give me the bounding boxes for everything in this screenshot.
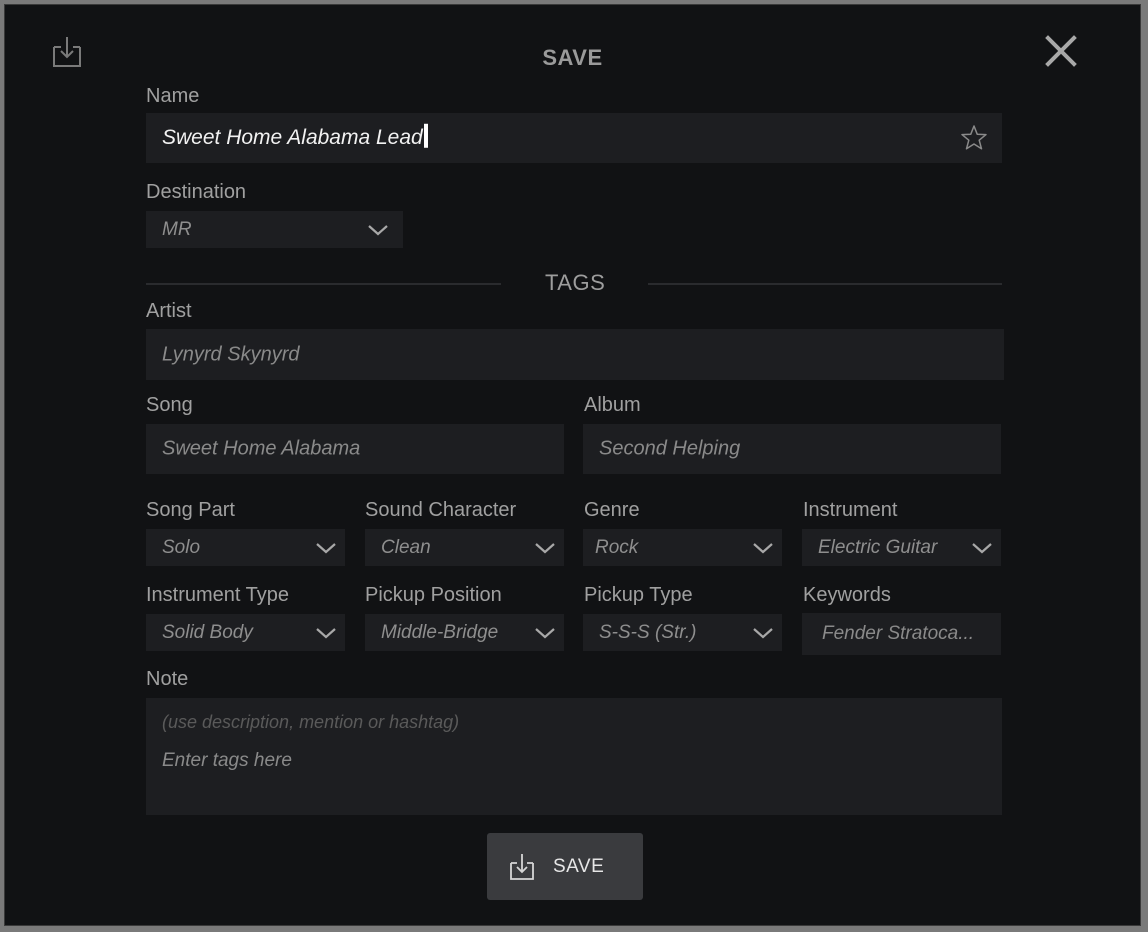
- sound-character-select[interactable]: Clean: [365, 529, 564, 566]
- keywords-input-value: Fender Stratoca...: [822, 623, 975, 644]
- song-input-value: Sweet Home Alabama: [162, 437, 361, 460]
- destination-select-value: MR: [162, 218, 192, 240]
- song-part-select[interactable]: Solo: [146, 529, 345, 566]
- keywords-input[interactable]: Fender Stratoca...: [802, 613, 1001, 655]
- album-input-value: Second Helping: [599, 437, 741, 460]
- tags-divider-left: [146, 283, 501, 285]
- note-label: Note: [146, 668, 189, 690]
- artist-input-value: Lynyrd Skynyrd: [162, 343, 300, 365]
- chevron-down-icon: [535, 542, 555, 553]
- tags-title: TAGS: [545, 270, 606, 295]
- genre-label: Genre: [584, 499, 640, 521]
- instrument-label: Instrument: [803, 499, 898, 521]
- song-label: Song: [146, 394, 193, 416]
- instrument-select[interactable]: Electric Guitar: [802, 529, 1001, 566]
- song-part-select-value: Solo: [162, 536, 201, 558]
- pickup-type-label: Pickup Type: [584, 584, 693, 606]
- instrument-type-select-value: Solid Body: [162, 621, 253, 643]
- destination-label: Destination: [146, 181, 247, 203]
- close-icon[interactable]: [1043, 33, 1079, 69]
- sound-character-label: Sound Character: [365, 499, 517, 521]
- name-input-value: Sweet Home Alabama Lead: [162, 124, 428, 150]
- song-part-label: Song Part: [146, 499, 235, 521]
- save-dialog: SAVE Name Sweet Home Alabama Lead Destin…: [4, 4, 1141, 926]
- pickup-position-select[interactable]: Middle-Bridge: [365, 614, 564, 651]
- instrument-select-value: Electric Guitar: [818, 536, 938, 558]
- note-value: Enter tags here: [162, 750, 292, 771]
- pickup-type-select-value: S-S-S (Str.): [599, 621, 697, 643]
- genre-select[interactable]: Rock: [583, 529, 782, 566]
- album-input[interactable]: Second Helping: [583, 424, 1001, 474]
- instrument-type-label: Instrument Type: [146, 584, 290, 606]
- pickup-position-label: Pickup Position: [365, 584, 502, 606]
- chevron-down-icon: [316, 542, 336, 553]
- genre-select-value: Rock: [595, 536, 639, 558]
- pickup-type-select[interactable]: S-S-S (Str.): [583, 614, 782, 651]
- destination-select[interactable]: MR: [146, 211, 403, 248]
- chevron-down-icon: [316, 627, 336, 638]
- artist-label: Artist: [146, 300, 192, 322]
- album-label: Album: [584, 394, 641, 416]
- save-download-icon: [510, 854, 534, 880]
- dialog-title: SAVE: [542, 45, 603, 70]
- tags-divider-right: [648, 283, 1002, 285]
- note-placeholder: (use description, mention or hashtag): [162, 712, 460, 732]
- chevron-down-icon: [535, 627, 555, 638]
- keywords-label: Keywords: [803, 584, 891, 606]
- sound-character-select-value: Clean: [381, 536, 431, 558]
- song-input[interactable]: Sweet Home Alabama: [146, 424, 564, 474]
- instrument-type-select[interactable]: Solid Body: [146, 614, 345, 651]
- name-label: Name: [146, 85, 200, 107]
- name-input[interactable]: Sweet Home Alabama Lead: [146, 113, 1002, 163]
- star-outline-icon[interactable]: [960, 124, 988, 152]
- chevron-down-icon: [368, 224, 388, 235]
- save-button-label: SAVE: [553, 855, 605, 877]
- chevron-down-icon: [753, 627, 773, 638]
- artist-input[interactable]: Lynyrd Skynyrd: [146, 329, 1004, 380]
- pickup-position-select-value: Middle-Bridge: [381, 621, 499, 643]
- note-textarea[interactable]: (use description, mention or hashtag) En…: [146, 698, 1002, 815]
- chevron-down-icon: [972, 542, 992, 553]
- text-cursor: [423, 124, 428, 149]
- save-button[interactable]: SAVE: [487, 833, 643, 900]
- chevron-down-icon: [753, 542, 773, 553]
